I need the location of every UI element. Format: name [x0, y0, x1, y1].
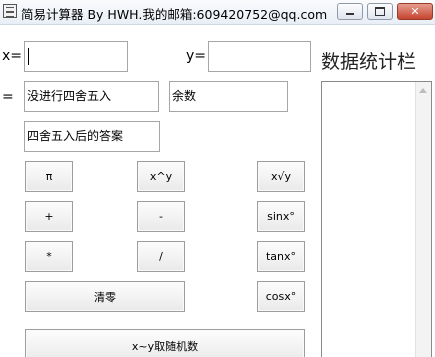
x-input[interactable] — [24, 41, 128, 72]
power-button[interactable]: x^y — [137, 161, 185, 192]
stats-title: 数据统计栏 — [321, 51, 417, 73]
rounded-result-field[interactable]: 四舍五入后的答案 — [24, 121, 160, 152]
minimize-button[interactable] — [337, 3, 363, 20]
close-button[interactable]: ✕ — [397, 3, 433, 20]
window-title: 简易计算器 By HWH.我的邮箱:609420752@qq.com — [21, 7, 328, 22]
remainder-field[interactable]: 余数 — [169, 81, 288, 112]
clear-button[interactable]: 清零 — [25, 281, 185, 312]
close-icon: ✕ — [410, 5, 420, 18]
calculator-app-icon — [3, 4, 17, 18]
scroll-up-arrow-icon[interactable] — [419, 88, 427, 93]
stats-list[interactable] — [321, 81, 432, 357]
pi-button[interactable]: π — [25, 161, 73, 192]
title-bar[interactable]: 简易计算器 By HWH.我的邮箱:609420752@qq.com ✕ — [0, 0, 435, 25]
result-field[interactable]: 没进行四舍五入 — [24, 81, 159, 112]
multiply-button[interactable]: * — [25, 241, 73, 272]
y-label: y= — [186, 48, 207, 64]
maximize-button[interactable] — [367, 3, 393, 20]
y-input[interactable] — [208, 41, 311, 72]
tan-button[interactable]: tanx° — [257, 241, 305, 272]
divide-button[interactable]: / — [137, 241, 185, 272]
calculator-window: 简易计算器 By HWH.我的邮箱:609420752@qq.com ✕ x= … — [0, 0, 435, 357]
equals-label: = — [2, 89, 14, 105]
sin-button[interactable]: sinx° — [257, 201, 305, 232]
stats-scrollbar[interactable] — [415, 82, 431, 357]
add-button[interactable]: + — [25, 201, 73, 232]
root-button[interactable]: x√y — [257, 161, 305, 192]
cos-button[interactable]: cosx° — [257, 281, 305, 312]
subtract-button[interactable]: - — [137, 201, 185, 232]
x-label: x= — [2, 48, 23, 64]
random-button[interactable]: x~y取随机数 — [25, 329, 305, 357]
minimize-icon — [346, 13, 354, 15]
maximize-icon — [375, 7, 385, 16]
